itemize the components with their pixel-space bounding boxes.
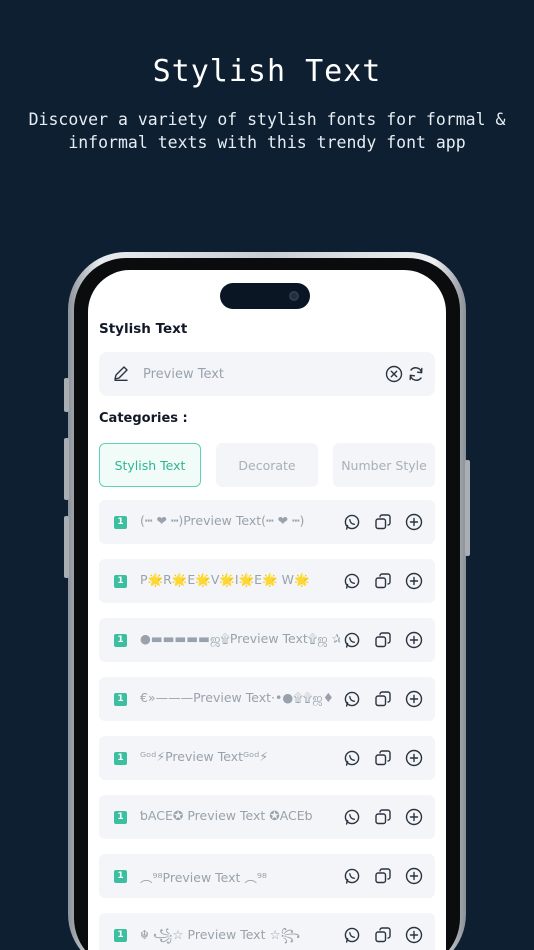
add-icon[interactable] bbox=[404, 571, 424, 591]
copy-icon[interactable] bbox=[373, 689, 393, 709]
copy-icon[interactable] bbox=[373, 512, 393, 532]
style-preview-text: (┅ ❤ ┅)Preview Text(┅ ❤ ┅) bbox=[140, 513, 305, 528]
camera-icon bbox=[289, 291, 299, 301]
whatsapp-icon[interactable] bbox=[342, 748, 362, 768]
style-row[interactable]: 1 P🌟R🌟E🌟V🌟I🌟E🌟 W🌟 bbox=[99, 559, 435, 603]
style-preview-text: P🌟R🌟E🌟V🌟I🌟E🌟 W🌟 bbox=[140, 572, 310, 587]
style-row[interactable]: 1 (┅ ❤ ┅)Preview Text(┅ ❤ ┅) bbox=[99, 500, 435, 544]
hero-title: Stylish Text bbox=[152, 54, 382, 89]
add-icon[interactable] bbox=[404, 748, 424, 768]
style-badge: 1 bbox=[114, 634, 127, 647]
style-row[interactable]: 1 ●▬▬▬▬▬ஜ۩Preview Text۩ஜ ✰ bbox=[99, 618, 435, 662]
clear-icon[interactable] bbox=[384, 364, 404, 384]
copy-icon[interactable] bbox=[373, 925, 393, 945]
copy-icon[interactable] bbox=[373, 571, 393, 591]
style-row[interactable]: 1 ᴳᵒᵈ⚡Preview Textᴳᵒᵈ⚡ bbox=[99, 736, 435, 780]
style-badge: 1 bbox=[114, 516, 127, 529]
style-badge: 1 bbox=[114, 693, 127, 706]
phone-mute-switch bbox=[64, 378, 69, 412]
refresh-icon[interactable] bbox=[406, 364, 426, 384]
add-icon[interactable] bbox=[404, 630, 424, 650]
hero-subtitle: Discover a variety of stylish fonts for … bbox=[28, 110, 506, 152]
style-preview-text: ƅACE✪ Preview Text ✪ACEƅ bbox=[140, 808, 313, 823]
style-badge: 1 bbox=[114, 575, 127, 588]
add-icon[interactable] bbox=[404, 925, 424, 945]
style-preview-text: ᴳᵒᵈ⚡Preview Textᴳᵒᵈ⚡ bbox=[140, 749, 269, 764]
add-icon[interactable] bbox=[404, 807, 424, 827]
tab-number-style[interactable]: Number Style bbox=[333, 443, 435, 487]
whatsapp-icon[interactable] bbox=[342, 630, 362, 650]
style-badge: 1 bbox=[114, 811, 127, 824]
app-title: Stylish Text bbox=[99, 321, 188, 337]
whatsapp-icon[interactable] bbox=[342, 866, 362, 886]
style-row[interactable]: 1 ☬ ꧁☆ Preview Text ☆꧂ bbox=[99, 913, 435, 950]
style-badge: 1 bbox=[114, 752, 127, 765]
whatsapp-icon[interactable] bbox=[342, 689, 362, 709]
whatsapp-icon[interactable] bbox=[342, 571, 362, 591]
style-preview-text: ︵⁹⁸Preview Text ︵⁹⁸ bbox=[140, 870, 267, 885]
whatsapp-icon[interactable] bbox=[342, 807, 362, 827]
style-row[interactable]: 1 ƅACE✪ Preview Text ✪ACEƅ bbox=[99, 795, 435, 839]
style-preview-text: ●▬▬▬▬▬ஜ۩Preview Text۩ஜ ✰ bbox=[140, 631, 340, 646]
phone-power-button bbox=[465, 460, 470, 556]
add-icon[interactable] bbox=[404, 866, 424, 886]
whatsapp-icon[interactable] bbox=[342, 512, 362, 532]
app-screen: Stylish Text Categories : Stylish Text D… bbox=[88, 270, 446, 950]
style-row[interactable]: 1 €»———Preview Text·•●۩۩ஜ♦ bbox=[99, 677, 435, 721]
style-row[interactable]: 1 ︵⁹⁸Preview Text ︵⁹⁸ bbox=[99, 854, 435, 898]
add-icon[interactable] bbox=[404, 512, 424, 532]
add-icon[interactable] bbox=[404, 689, 424, 709]
preview-text-field[interactable] bbox=[99, 352, 435, 396]
copy-icon[interactable] bbox=[373, 630, 393, 650]
preview-text-input[interactable] bbox=[143, 362, 363, 386]
copy-icon[interactable] bbox=[373, 748, 393, 768]
tab-stylish-text[interactable]: Stylish Text bbox=[99, 443, 201, 487]
dynamic-island bbox=[220, 283, 310, 309]
whatsapp-icon[interactable] bbox=[342, 925, 362, 945]
style-badge: 1 bbox=[114, 929, 127, 942]
categories-label: Categories : bbox=[99, 411, 188, 426]
copy-icon[interactable] bbox=[373, 866, 393, 886]
style-preview-text: €»———Preview Text·•●۩۩ஜ♦ bbox=[140, 690, 334, 705]
pencil-icon bbox=[114, 366, 128, 381]
copy-icon[interactable] bbox=[373, 807, 393, 827]
style-badge: 1 bbox=[114, 870, 127, 883]
tab-decorate[interactable]: Decorate bbox=[216, 443, 318, 487]
phone-volume-up bbox=[64, 438, 69, 500]
style-preview-text: ☬ ꧁☆ Preview Text ☆꧂ bbox=[140, 927, 301, 942]
phone-volume-down bbox=[64, 516, 69, 578]
